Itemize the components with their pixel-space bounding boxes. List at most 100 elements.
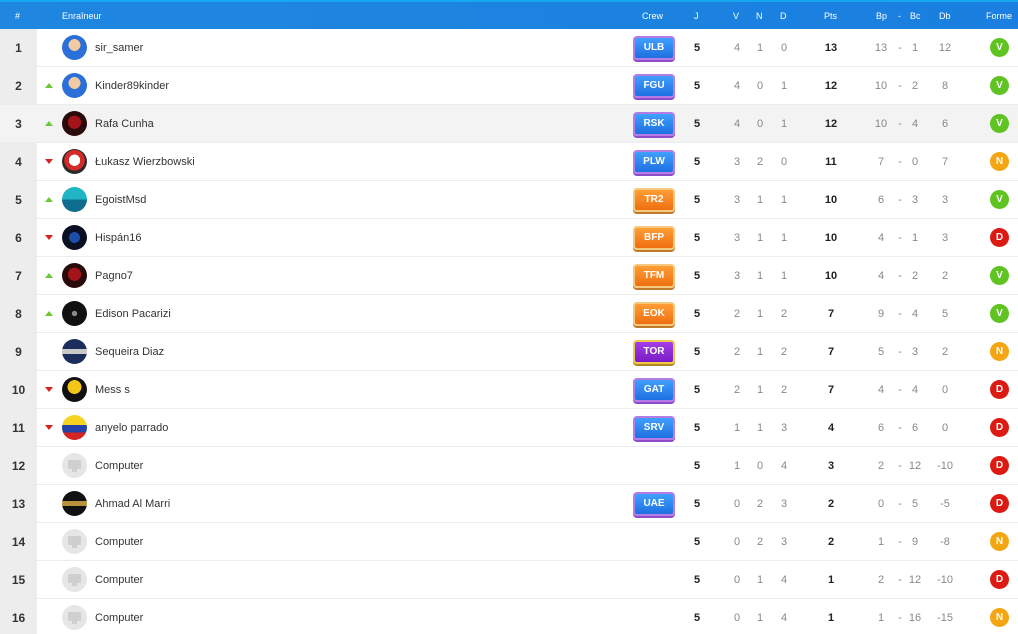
table-row[interactable]: 7 Pagno7 TFM 5 3 1 1 10 4-2 2 V: [0, 257, 1018, 295]
table-row[interactable]: 16 Computer 5 0 1 4 1 1-16 -15 N: [0, 599, 1018, 634]
trainer-name[interactable]: sir_samer: [95, 42, 143, 54]
computer-avatar-icon[interactable]: [62, 529, 87, 554]
crew-badge[interactable]: FGU: [633, 74, 675, 98]
trainer-name[interactable]: Computer: [95, 460, 143, 472]
table-row[interactable]: 8 Edison Pacarizi EOK 5 2 1 2 7 9-4 5 V: [0, 295, 1018, 333]
crew-badge[interactable]: BFP: [633, 226, 675, 250]
crew-badge[interactable]: PLW: [633, 150, 675, 174]
draws-value: 1: [756, 270, 764, 282]
trainer-name[interactable]: Łukasz Wierzbowski: [95, 156, 195, 168]
trainer-name[interactable]: Ahmad Al Marri: [95, 498, 170, 510]
header-draws[interactable]: N: [756, 11, 763, 21]
goal-diff-value: 2: [941, 346, 949, 358]
header-separator: -: [898, 11, 901, 21]
trend-up-icon: [45, 121, 53, 126]
rank-number: 8: [15, 307, 22, 321]
losses-value: 4: [780, 460, 788, 472]
goals-against-value: 6: [911, 422, 919, 434]
crew-badge[interactable]: GAT: [633, 378, 675, 402]
trainer-name[interactable]: Computer: [95, 612, 143, 624]
header-trainer[interactable]: Enraîneur: [62, 11, 102, 21]
avatar[interactable]: [62, 415, 87, 440]
avatar[interactable]: [62, 187, 87, 212]
table-row[interactable]: 9 Sequeira Diaz TOR 5 2 1 2 7 5-3 2 N: [0, 333, 1018, 371]
table-row[interactable]: 10 Mess s GAT 5 2 1 2 7 4-4 0 D: [0, 371, 1018, 409]
played-value: 5: [693, 498, 701, 510]
table-row[interactable]: 15 Computer 5 0 1 4 1 2-12 -10 D: [0, 561, 1018, 599]
computer-avatar-icon[interactable]: [62, 453, 87, 478]
crew-badge[interactable]: ULB: [633, 36, 675, 60]
header-form[interactable]: Forme: [986, 11, 1012, 21]
played-value: 5: [693, 612, 701, 624]
avatar[interactable]: [62, 111, 87, 136]
crew-badge[interactable]: EOK: [633, 302, 675, 326]
table-row[interactable]: 14 Computer 5 0 2 3 2 1-9 -8 N: [0, 523, 1018, 561]
wins-value: 1: [733, 422, 741, 434]
trainer-name[interactable]: Kinder89kinder: [95, 80, 169, 92]
trainer-name[interactable]: Computer: [95, 574, 143, 586]
header-crew[interactable]: Crew: [642, 11, 663, 21]
wins-value: 2: [733, 308, 741, 320]
avatar[interactable]: [62, 377, 87, 402]
goal-diff-value: 6: [941, 118, 949, 130]
header-points[interactable]: Pts: [824, 11, 837, 21]
wins-value: 4: [733, 80, 741, 92]
avatar[interactable]: [62, 301, 87, 326]
computer-avatar-icon[interactable]: [62, 567, 87, 592]
points-value: 2: [827, 536, 835, 548]
goals-against-value: 16: [908, 612, 922, 624]
crew-badge[interactable]: RSK: [633, 112, 675, 136]
trainer-name[interactable]: Rafa Cunha: [95, 118, 154, 130]
table-row[interactable]: 6 Hispán16 BFP 5 3 1 1 10 4-1 3 D: [0, 219, 1018, 257]
trainer-name[interactable]: EgoistMsd: [95, 194, 146, 206]
crew-badge[interactable]: SRV: [633, 416, 675, 440]
table-row[interactable]: 13 Ahmad Al Marri UAE 5 0 2 3 2 0-5 -5 D: [0, 485, 1018, 523]
avatar[interactable]: [62, 491, 87, 516]
trainer-name[interactable]: Mess s: [95, 384, 130, 396]
rank-number: 6: [15, 231, 22, 245]
avatar[interactable]: [62, 263, 87, 288]
draws-value: 1: [756, 194, 764, 206]
crew-badge[interactable]: TOR: [633, 340, 675, 364]
header-goal-diff[interactable]: Db: [939, 11, 951, 21]
header-goals-against[interactable]: Bc: [910, 11, 921, 21]
crew-badge[interactable]: TFM: [633, 264, 675, 288]
computer-avatar-icon[interactable]: [62, 605, 87, 630]
trainer-name[interactable]: anyelo parrado: [95, 422, 168, 434]
form-badge: D: [990, 380, 1009, 399]
header-wins[interactable]: V: [733, 11, 739, 21]
table-row[interactable]: 12 Computer 5 1 0 4 3 2-12 -10 D: [0, 447, 1018, 485]
trainer-name[interactable]: Computer: [95, 536, 143, 548]
avatar[interactable]: [62, 149, 87, 174]
form-badge: V: [990, 266, 1009, 285]
goals-against-value: 4: [911, 118, 919, 130]
avatar[interactable]: [62, 339, 87, 364]
crew-badge[interactable]: UAE: [633, 492, 675, 516]
crew-badge[interactable]: TR2: [633, 188, 675, 212]
goal-diff-value: 8: [941, 80, 949, 92]
goals-against-value: 3: [911, 194, 919, 206]
table-row[interactable]: 11 anyelo parrado SRV 5 1 1 3 4 6-6 0 D: [0, 409, 1018, 447]
trainer-name[interactable]: Hispán16: [95, 232, 141, 244]
header-goals-for[interactable]: Bp: [876, 11, 887, 21]
trainer-name[interactable]: Sequeira Diaz: [95, 346, 164, 358]
losses-value: 3: [780, 536, 788, 548]
goal-diff-value: -15: [937, 612, 953, 624]
table-row[interactable]: 5 EgoistMsd TR2 5 3 1 1 10 6-3 3 V: [0, 181, 1018, 219]
header-played[interactable]: J: [694, 11, 699, 21]
played-value: 5: [693, 384, 701, 396]
trainer-name[interactable]: Pagno7: [95, 270, 133, 282]
avatar[interactable]: [62, 35, 87, 60]
table-row[interactable]: 2 Kinder89kinder FGU 5 4 0 1 12 10-2 8 V: [0, 67, 1018, 105]
losses-value: 2: [780, 308, 788, 320]
trainer-name[interactable]: Edison Pacarizi: [95, 308, 171, 320]
table-row[interactable]: 3 Rafa Cunha RSK 5 4 0 1 12 10-4 6 V: [0, 105, 1018, 143]
table-row[interactable]: 1 sir_samer ULB 5 4 1 0 13 13-1 12 V: [0, 29, 1018, 67]
monitor-stand-icon: [72, 469, 77, 472]
avatar[interactable]: [62, 225, 87, 250]
header-losses[interactable]: D: [780, 11, 787, 21]
draws-value: 1: [756, 232, 764, 244]
played-value: 5: [693, 42, 701, 54]
avatar[interactable]: [62, 73, 87, 98]
table-row[interactable]: 4 Łukasz Wierzbowski PLW 5 3 2 0 11 7-0 7 N: [0, 143, 1018, 181]
